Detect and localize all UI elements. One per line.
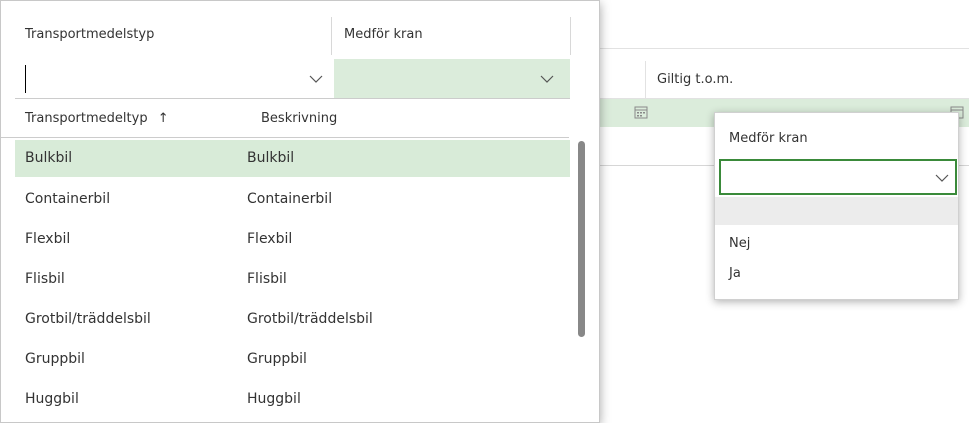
calendar-icon[interactable] xyxy=(634,105,648,119)
list-item-type: Containerbil xyxy=(25,191,111,207)
list-item-type: Huggbil xyxy=(25,391,79,407)
list-item-description: Bulkbil xyxy=(247,150,295,166)
bg-header-giltig: Giltig t.o.m. xyxy=(657,72,734,87)
list-item[interactable]: Huggbil Huggbil xyxy=(15,381,570,418)
list-item[interactable]: Flisbil Flisbil xyxy=(15,261,570,298)
column-header-transportmedelstyp[interactable]: Transportmedelstyp xyxy=(15,15,331,55)
sort-up-icon: ↑ xyxy=(157,111,169,126)
list-item[interactable]: Grotbil/träddelsbil Grotbil/träddelsbil xyxy=(15,301,570,338)
list-item[interactable]: Containerbil Containerbil xyxy=(15,181,570,218)
list-item[interactable]: Gruppbil Gruppbil xyxy=(15,341,570,378)
bg-header-row xyxy=(560,61,969,99)
transportmedelstyp-input[interactable] xyxy=(25,65,338,93)
medfor-kran-dropdown: Medför kran Nej Ja xyxy=(714,112,959,300)
list-item-description: Flexbil xyxy=(247,231,293,247)
list-header: Transportmedeltyp ↑ Beskrivning xyxy=(1,100,569,138)
list-item-type: Flisbil xyxy=(25,271,65,287)
column-separator xyxy=(570,17,571,55)
list-item-type: Flexbil xyxy=(25,231,71,247)
medfor-kran-select[interactable] xyxy=(719,159,957,195)
option-empty[interactable] xyxy=(715,197,958,225)
list-item-description: Gruppbil xyxy=(247,351,307,367)
list-item-type: Gruppbil xyxy=(25,351,85,367)
list-item[interactable]: Flexbil Flexbil xyxy=(15,221,570,258)
option-ja[interactable]: Ja xyxy=(715,260,958,288)
list-item-description: Containerbil xyxy=(247,191,333,207)
transportmedelstyp-dropdown: Transportmedelstyp Medför kran Transport… xyxy=(0,0,600,423)
chevron-down-icon[interactable] xyxy=(935,171,949,185)
list-item[interactable]: Bulkbil Bulkbil xyxy=(15,140,570,177)
list-item-description: Flisbil xyxy=(247,271,287,287)
list-header-beskrivning[interactable]: Beskrivning xyxy=(261,100,337,138)
list-header-label: Transportmedeltyp xyxy=(25,111,148,126)
filter-cell-transportmedelstyp xyxy=(15,59,338,99)
list-header-transportmedeltyp[interactable]: Transportmedeltyp ↑ xyxy=(25,100,169,138)
column-header-medfor-kran[interactable]: Medför kran xyxy=(334,15,570,55)
bg-col-separator xyxy=(645,61,646,99)
chevron-down-icon[interactable] xyxy=(540,72,554,86)
list-scrollbar[interactable] xyxy=(578,141,585,337)
chevron-down-icon[interactable] xyxy=(309,72,323,86)
list-item-description: Grotbil/träddelsbil xyxy=(247,311,373,327)
list-item-type: Bulkbil xyxy=(25,150,73,166)
filter-cell-medfor-kran[interactable] xyxy=(334,59,570,99)
option-nej[interactable]: Nej xyxy=(715,230,958,258)
column-separator xyxy=(331,17,332,55)
list-item-type: Grotbil/träddelsbil xyxy=(25,311,151,327)
list-item-description: Huggbil xyxy=(247,391,301,407)
dropdown-title: Medför kran xyxy=(729,131,808,146)
